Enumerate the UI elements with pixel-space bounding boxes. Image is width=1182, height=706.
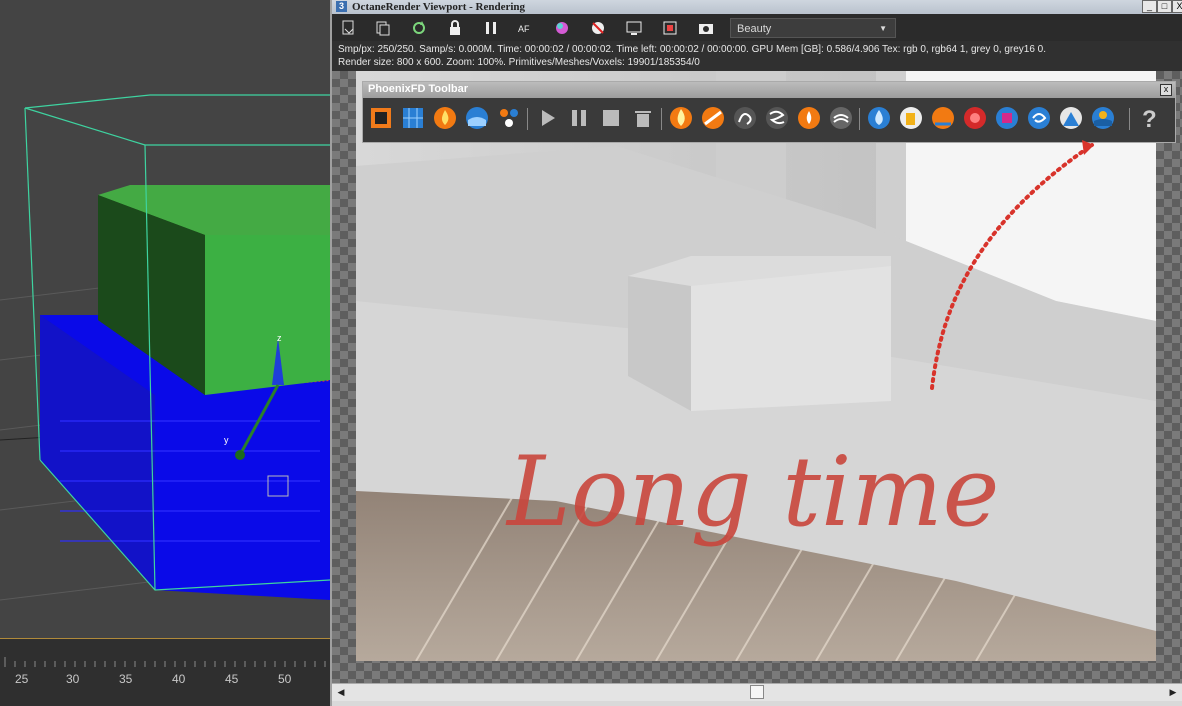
ruler-tick: 40 (172, 672, 186, 686)
ruler-tick: 25 (15, 672, 29, 686)
timeline-ruler[interactable]: 25 30 35 40 45 50 (0, 638, 330, 706)
scroll-right-icon[interactable]: ▶ (1166, 685, 1180, 699)
gizmo-y-label: y (224, 435, 229, 445)
ruler-tick: 35 (119, 672, 133, 686)
scrollbar-thumb[interactable] (750, 685, 764, 699)
annotation-overlay: Long time (505, 140, 1094, 548)
horizontal-scrollbar[interactable]: ◀ ▶ (332, 683, 1182, 701)
max-perspective-viewport[interactable]: z y 25 30 35 40 45 50 (0, 0, 330, 706)
handwritten-long-time: Long time (505, 436, 999, 548)
gizmo-z-label: z (277, 333, 282, 343)
ruler-tick: 30 (66, 672, 80, 686)
octane-viewport-window[interactable]: 3 OctaneRender Viewport - Rendering _ □ … (330, 0, 1182, 706)
ruler-tick: 45 (225, 672, 239, 686)
ruler-tick: 50 (278, 672, 292, 686)
scroll-left-icon[interactable]: ◀ (334, 685, 348, 699)
